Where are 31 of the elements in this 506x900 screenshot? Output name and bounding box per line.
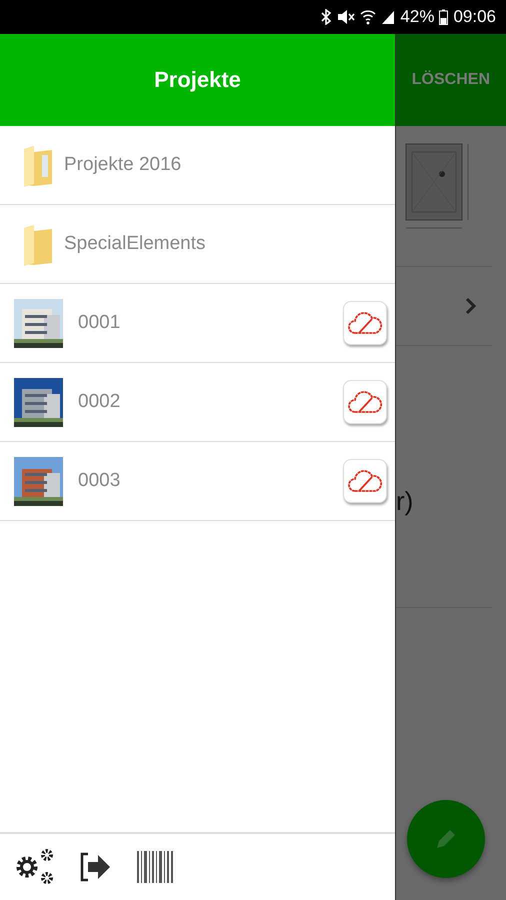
settings-icon[interactable]: [14, 848, 56, 886]
cloud-button[interactable]: [343, 301, 387, 345]
project-list-item[interactable]: SpecialElements: [0, 205, 395, 284]
bluetooth-icon: [320, 9, 332, 25]
folder-icon: [22, 222, 54, 266]
barcode-icon[interactable]: [136, 851, 174, 883]
project-list-item[interactable]: Projekte 2016: [0, 126, 395, 205]
partial-text: r): [396, 486, 414, 517]
folder-icon: [22, 143, 54, 187]
item-label: 0001: [78, 312, 122, 334]
item-label: SpecialElements: [64, 233, 207, 255]
chevron-right-icon[interactable]: [464, 296, 478, 316]
cloud-icon: [347, 388, 383, 416]
item-label: 0003: [78, 470, 122, 492]
item-label: Projekte 2016: [64, 154, 182, 176]
cloud-button[interactable]: [343, 459, 387, 503]
battery-icon: [439, 9, 448, 25]
mute-icon: [337, 9, 356, 25]
wifi-icon: [360, 9, 376, 25]
drawer-title: Projekte: [154, 67, 241, 93]
clock: 09:06: [453, 7, 496, 27]
item-label: 0002: [78, 391, 122, 413]
cloud-icon: [347, 467, 383, 495]
project-list-item[interactable]: 0001: [0, 284, 395, 363]
signal-icon: [381, 9, 396, 25]
cloud-button[interactable]: [343, 380, 387, 424]
cloud-icon: [347, 309, 383, 337]
battery-percent: 42%: [400, 7, 434, 27]
project-list-item[interactable]: 0002: [0, 363, 395, 442]
delete-action[interactable]: LÖSCHEN: [412, 71, 490, 89]
project-list-item[interactable]: 0003: [0, 442, 395, 521]
